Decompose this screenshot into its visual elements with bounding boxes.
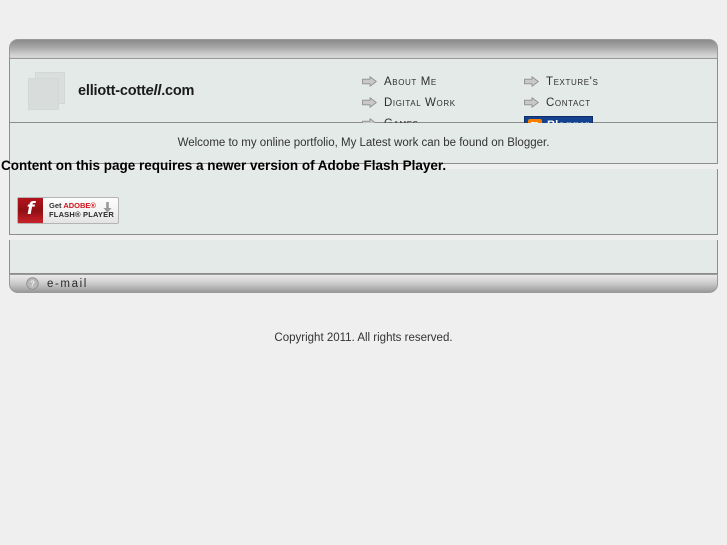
secondary-content-area [9, 240, 718, 274]
brand-name-part1: elliott-cott [78, 82, 146, 99]
copyright-text: Copyright 2011. All rights reserved. [274, 332, 453, 344]
flash-button-adobe-text: ADOBE® [63, 200, 96, 210]
main-navigation: About Me Digital Work Games [362, 59, 717, 136]
nav-label: Texture's [546, 75, 599, 88]
nav-label: Contact [546, 96, 591, 109]
svg-text:?: ? [30, 280, 35, 289]
welcome-text: Welcome to my online portfolio, My Lates… [177, 137, 550, 149]
arrow-right-icon [362, 97, 377, 108]
nav-label: Digital Work [384, 96, 456, 109]
nav-item-textures[interactable]: Texture's [524, 71, 704, 92]
site-header: elliott-cottell.com About Me Digital Wor… [9, 58, 718, 136]
nav-item-about-me[interactable]: About Me [362, 71, 524, 92]
flash-content-area: Content on this page requires a newer ve… [1, 158, 718, 235]
arrow-right-icon [524, 76, 539, 87]
arrow-right-icon [362, 76, 377, 87]
site-container: elliott-cottell.com About Me Digital Wor… [1, 39, 718, 293]
get-adobe-flash-player-button[interactable]: f Get ADOBE® FLASH® PLAYER [17, 197, 119, 224]
flash-f-glyph: f [26, 199, 35, 219]
flash-button-get-text: Get [49, 200, 64, 210]
brand-name-part3: .com [161, 82, 195, 99]
nav-item-contact[interactable]: Contact [524, 92, 704, 113]
flash-required-message: Content on this page requires a newer ve… [1, 158, 447, 173]
stacked-pages-icon [26, 71, 66, 110]
download-arrow-icon [103, 202, 112, 213]
nav-item-digital-work[interactable]: Digital Work [362, 92, 524, 113]
question-circle-icon: ? [26, 277, 39, 290]
arrow-right-icon [524, 97, 539, 108]
email-link[interactable]: e-mail [47, 278, 88, 290]
brand-name-part2: ell [145, 82, 162, 99]
brand-name: elliott-cottell.com [78, 83, 194, 99]
flash-logo-icon: f [18, 198, 43, 223]
site-footer-bar: ? e-mail [9, 274, 718, 293]
nav-label: About Me [384, 75, 437, 88]
brand[interactable]: elliott-cottell.com [10, 71, 362, 110]
top-gradient-bar [9, 39, 718, 58]
